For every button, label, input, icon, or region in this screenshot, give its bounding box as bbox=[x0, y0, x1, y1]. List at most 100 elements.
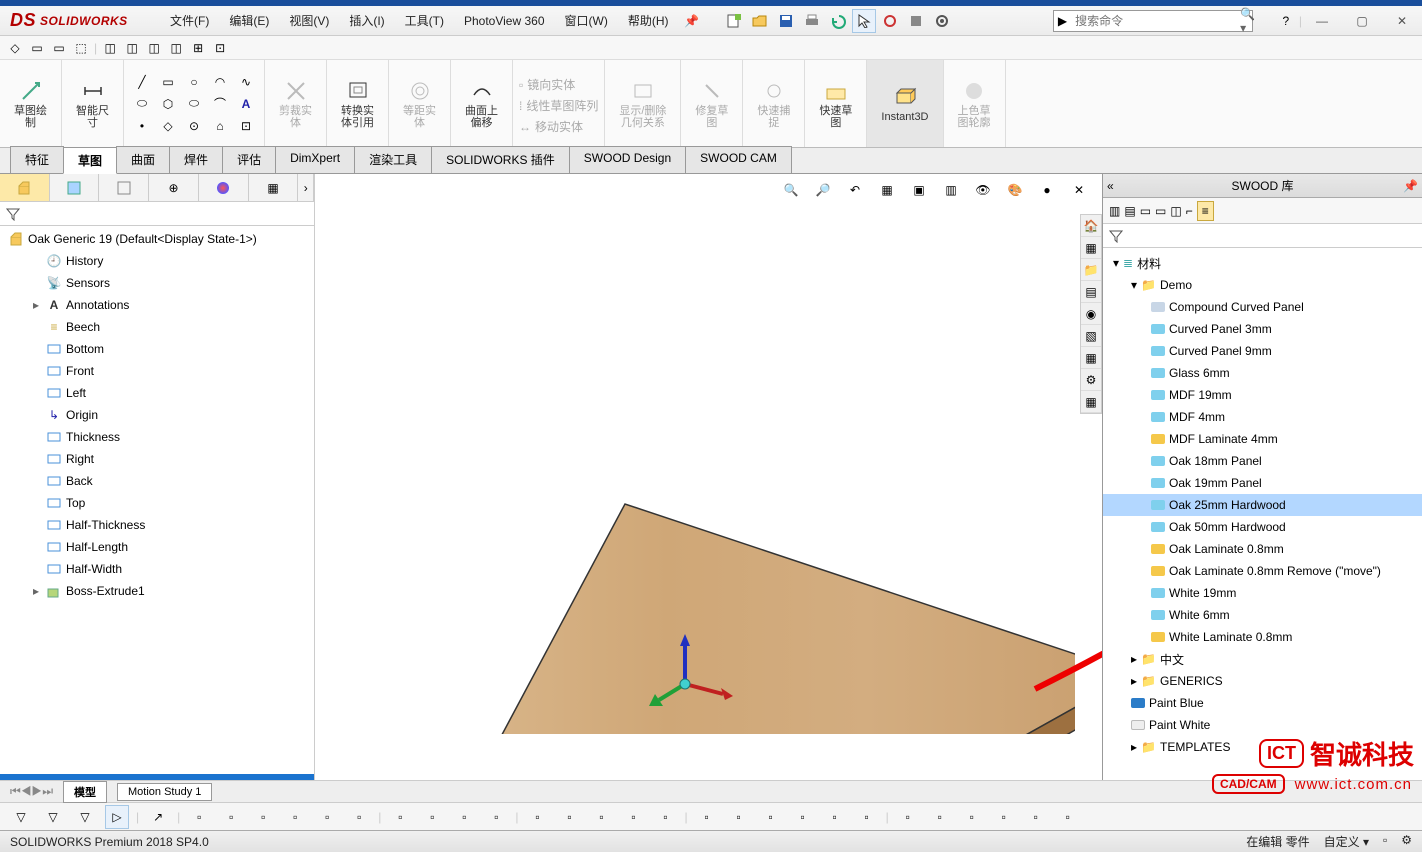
menu-item[interactable]: PhotoView 360 bbox=[454, 6, 555, 35]
status-icon[interactable]: ⚙ bbox=[1401, 833, 1412, 850]
tree-item[interactable]: Front bbox=[0, 360, 314, 382]
home-icon[interactable]: 🏠 bbox=[1081, 215, 1101, 237]
appearances-icon[interactable]: ▧ bbox=[1081, 325, 1101, 347]
library-item[interactable]: White Laminate 0.8mm bbox=[1103, 626, 1422, 648]
lib-tab-icon[interactable]: ▥ bbox=[1109, 204, 1120, 218]
tree-item[interactable]: ▸AAnnotations bbox=[0, 294, 314, 316]
btb-icon[interactable]: ▫ bbox=[695, 805, 719, 829]
rebuild-icon[interactable] bbox=[878, 9, 902, 33]
btb-icon[interactable]: ▫ bbox=[654, 805, 678, 829]
convert-button[interactable]: 转换实体引用 bbox=[333, 75, 382, 133]
fm-tab-misc[interactable]: ▦ bbox=[249, 174, 299, 201]
btb-icon[interactable]: ▫ bbox=[960, 805, 984, 829]
menu-item[interactable]: 文件(F) bbox=[160, 6, 219, 35]
tree-item[interactable]: Back bbox=[0, 470, 314, 492]
move-button[interactable]: ↔ 移动实体 bbox=[519, 118, 583, 135]
misc-icon[interactable]: ◇ bbox=[156, 116, 180, 136]
polygon-icon[interactable]: ⬡ bbox=[156, 94, 180, 114]
menu-item[interactable]: 视图(V) bbox=[279, 6, 339, 35]
rect-icon[interactable]: ▭ bbox=[156, 72, 180, 92]
lib-root[interactable]: ▾≣材料 bbox=[1103, 252, 1422, 274]
fillet-icon[interactable]: ⌒ bbox=[208, 94, 232, 114]
btb-icon[interactable]: ▫ bbox=[727, 805, 751, 829]
btb-icon[interactable]: ▫ bbox=[484, 805, 508, 829]
library-item[interactable]: MDF 4mm bbox=[1103, 406, 1422, 428]
filter-bar[interactable] bbox=[0, 202, 314, 226]
btb-icon[interactable]: ▫ bbox=[896, 805, 920, 829]
custom-props-icon[interactable]: ▦ bbox=[1081, 347, 1101, 369]
library-item[interactable]: Oak 18mm Panel bbox=[1103, 450, 1422, 472]
lib-folder-zh[interactable]: ▸📁中文 bbox=[1103, 648, 1422, 670]
btb-icon[interactable]: ▫ bbox=[219, 805, 243, 829]
fm-tab-config[interactable] bbox=[99, 174, 149, 201]
swood-icon[interactable]: ▦ bbox=[1081, 391, 1101, 413]
lib-paint-white[interactable]: Paint White bbox=[1103, 714, 1422, 736]
tree-item[interactable]: Left bbox=[0, 382, 314, 404]
qb-icon[interactable]: ◫ bbox=[145, 39, 163, 57]
linear-pattern-button[interactable]: ⁞ 线性草图阵列 bbox=[519, 97, 598, 114]
tree-item[interactable]: Half-Thickness bbox=[0, 514, 314, 536]
tree-item[interactable]: Right bbox=[0, 448, 314, 470]
library-item[interactable]: White 19mm bbox=[1103, 582, 1422, 604]
point-icon[interactable]: • bbox=[130, 116, 154, 136]
btb-icon[interactable]: ▽ bbox=[9, 805, 33, 829]
menu-item[interactable]: 插入(I) bbox=[339, 6, 394, 35]
smart-dimension-button[interactable]: 智能尺寸 bbox=[68, 75, 117, 133]
library-item[interactable]: White 6mm bbox=[1103, 604, 1422, 626]
menu-item[interactable]: 工具(T) bbox=[395, 6, 454, 35]
misc-icon[interactable]: ⊙ bbox=[182, 116, 206, 136]
tree-item[interactable]: Thickness bbox=[0, 426, 314, 448]
btb-select-icon[interactable]: ▷ bbox=[105, 805, 129, 829]
tree-item[interactable]: ↳Origin bbox=[0, 404, 314, 426]
library-item[interactable]: Glass 6mm bbox=[1103, 362, 1422, 384]
misc-icon[interactable]: ⌂ bbox=[208, 116, 232, 136]
qb-icon[interactable]: ▭ bbox=[50, 39, 68, 57]
qb-icon[interactable]: ⊞ bbox=[189, 39, 207, 57]
lib-tab-icon[interactable]: ▭ bbox=[1155, 204, 1166, 218]
command-tab[interactable]: 评估 bbox=[222, 146, 276, 173]
qb-icon[interactable]: ◫ bbox=[101, 39, 119, 57]
btb-icon[interactable]: ▫ bbox=[855, 805, 879, 829]
library-item[interactable]: MDF Laminate 4mm bbox=[1103, 428, 1422, 450]
btb-icon[interactable]: ▫ bbox=[928, 805, 952, 829]
collapse-icon[interactable]: « bbox=[1107, 179, 1114, 193]
command-tab[interactable]: 渲染工具 bbox=[354, 146, 432, 173]
btb-icon[interactable]: ▫ bbox=[759, 805, 783, 829]
tree-item[interactable]: Bottom bbox=[0, 338, 314, 360]
circle-icon[interactable]: ○ bbox=[182, 72, 206, 92]
fm-tab-expand[interactable]: › bbox=[298, 174, 314, 201]
line-icon[interactable]: ╱ bbox=[130, 72, 154, 92]
tree-item[interactable]: 📡Sensors bbox=[0, 272, 314, 294]
command-tab[interactable]: DimXpert bbox=[275, 146, 355, 173]
viewport[interactable]: 🔍 🔎 ↶ ▦ ▣ ▥ 👁 🎨 ● ✕ 🏠 ▦ 📁 ▤ ◉ ▧ ▦ ⚙ ▦ bbox=[315, 174, 1102, 780]
pin-icon[interactable]: 📌 bbox=[1403, 179, 1418, 193]
btb-icon[interactable]: ▫ bbox=[388, 805, 412, 829]
lib-tab-icon[interactable]: ⌐ bbox=[1186, 204, 1193, 218]
lib-paint-blue[interactable]: Paint Blue bbox=[1103, 692, 1422, 714]
file-explorer-icon[interactable]: ▤ bbox=[1081, 281, 1101, 303]
library-item[interactable]: Oak Laminate 0.8mm bbox=[1103, 538, 1422, 560]
spline-icon[interactable]: ∿ bbox=[234, 72, 258, 92]
fm-tab-appearance[interactable] bbox=[199, 174, 249, 201]
command-tab[interactable]: SWOOD Design bbox=[569, 146, 686, 173]
btb-icon[interactable]: ▽ bbox=[41, 805, 65, 829]
library-item[interactable]: Oak Laminate 0.8mm Remove ("move") bbox=[1103, 560, 1422, 582]
tree-item[interactable]: ≡Beech bbox=[0, 316, 314, 338]
model-tab[interactable]: 模型 bbox=[63, 781, 107, 803]
menu-item[interactable]: 窗口(W) bbox=[555, 6, 618, 35]
options-icon[interactable] bbox=[904, 9, 928, 33]
btb-icon[interactable]: ▫ bbox=[622, 805, 646, 829]
lib-folder-demo[interactable]: ▾📁Demo bbox=[1103, 274, 1422, 296]
status-icon[interactable]: ▫ bbox=[1383, 833, 1387, 850]
quick-snap-button[interactable]: 快速捕捉 bbox=[749, 75, 798, 133]
tree-root[interactable]: Oak Generic 19 (Default<Display State-1>… bbox=[0, 228, 314, 250]
btb-icon[interactable]: ▽ bbox=[73, 805, 97, 829]
btb-icon[interactable]: ↗ bbox=[146, 805, 170, 829]
fm-tab-tree[interactable] bbox=[0, 174, 50, 201]
search-input[interactable] bbox=[1071, 11, 1234, 31]
lib-folder-generics[interactable]: ▸📁GENERICS bbox=[1103, 670, 1422, 692]
search-command[interactable]: ▶ 🔍 ▾ bbox=[1053, 10, 1253, 32]
qb-icon[interactable]: ⬚ bbox=[72, 39, 90, 57]
btb-icon[interactable]: ▫ bbox=[283, 805, 307, 829]
maximize-icon[interactable]: ▢ bbox=[1342, 9, 1382, 33]
